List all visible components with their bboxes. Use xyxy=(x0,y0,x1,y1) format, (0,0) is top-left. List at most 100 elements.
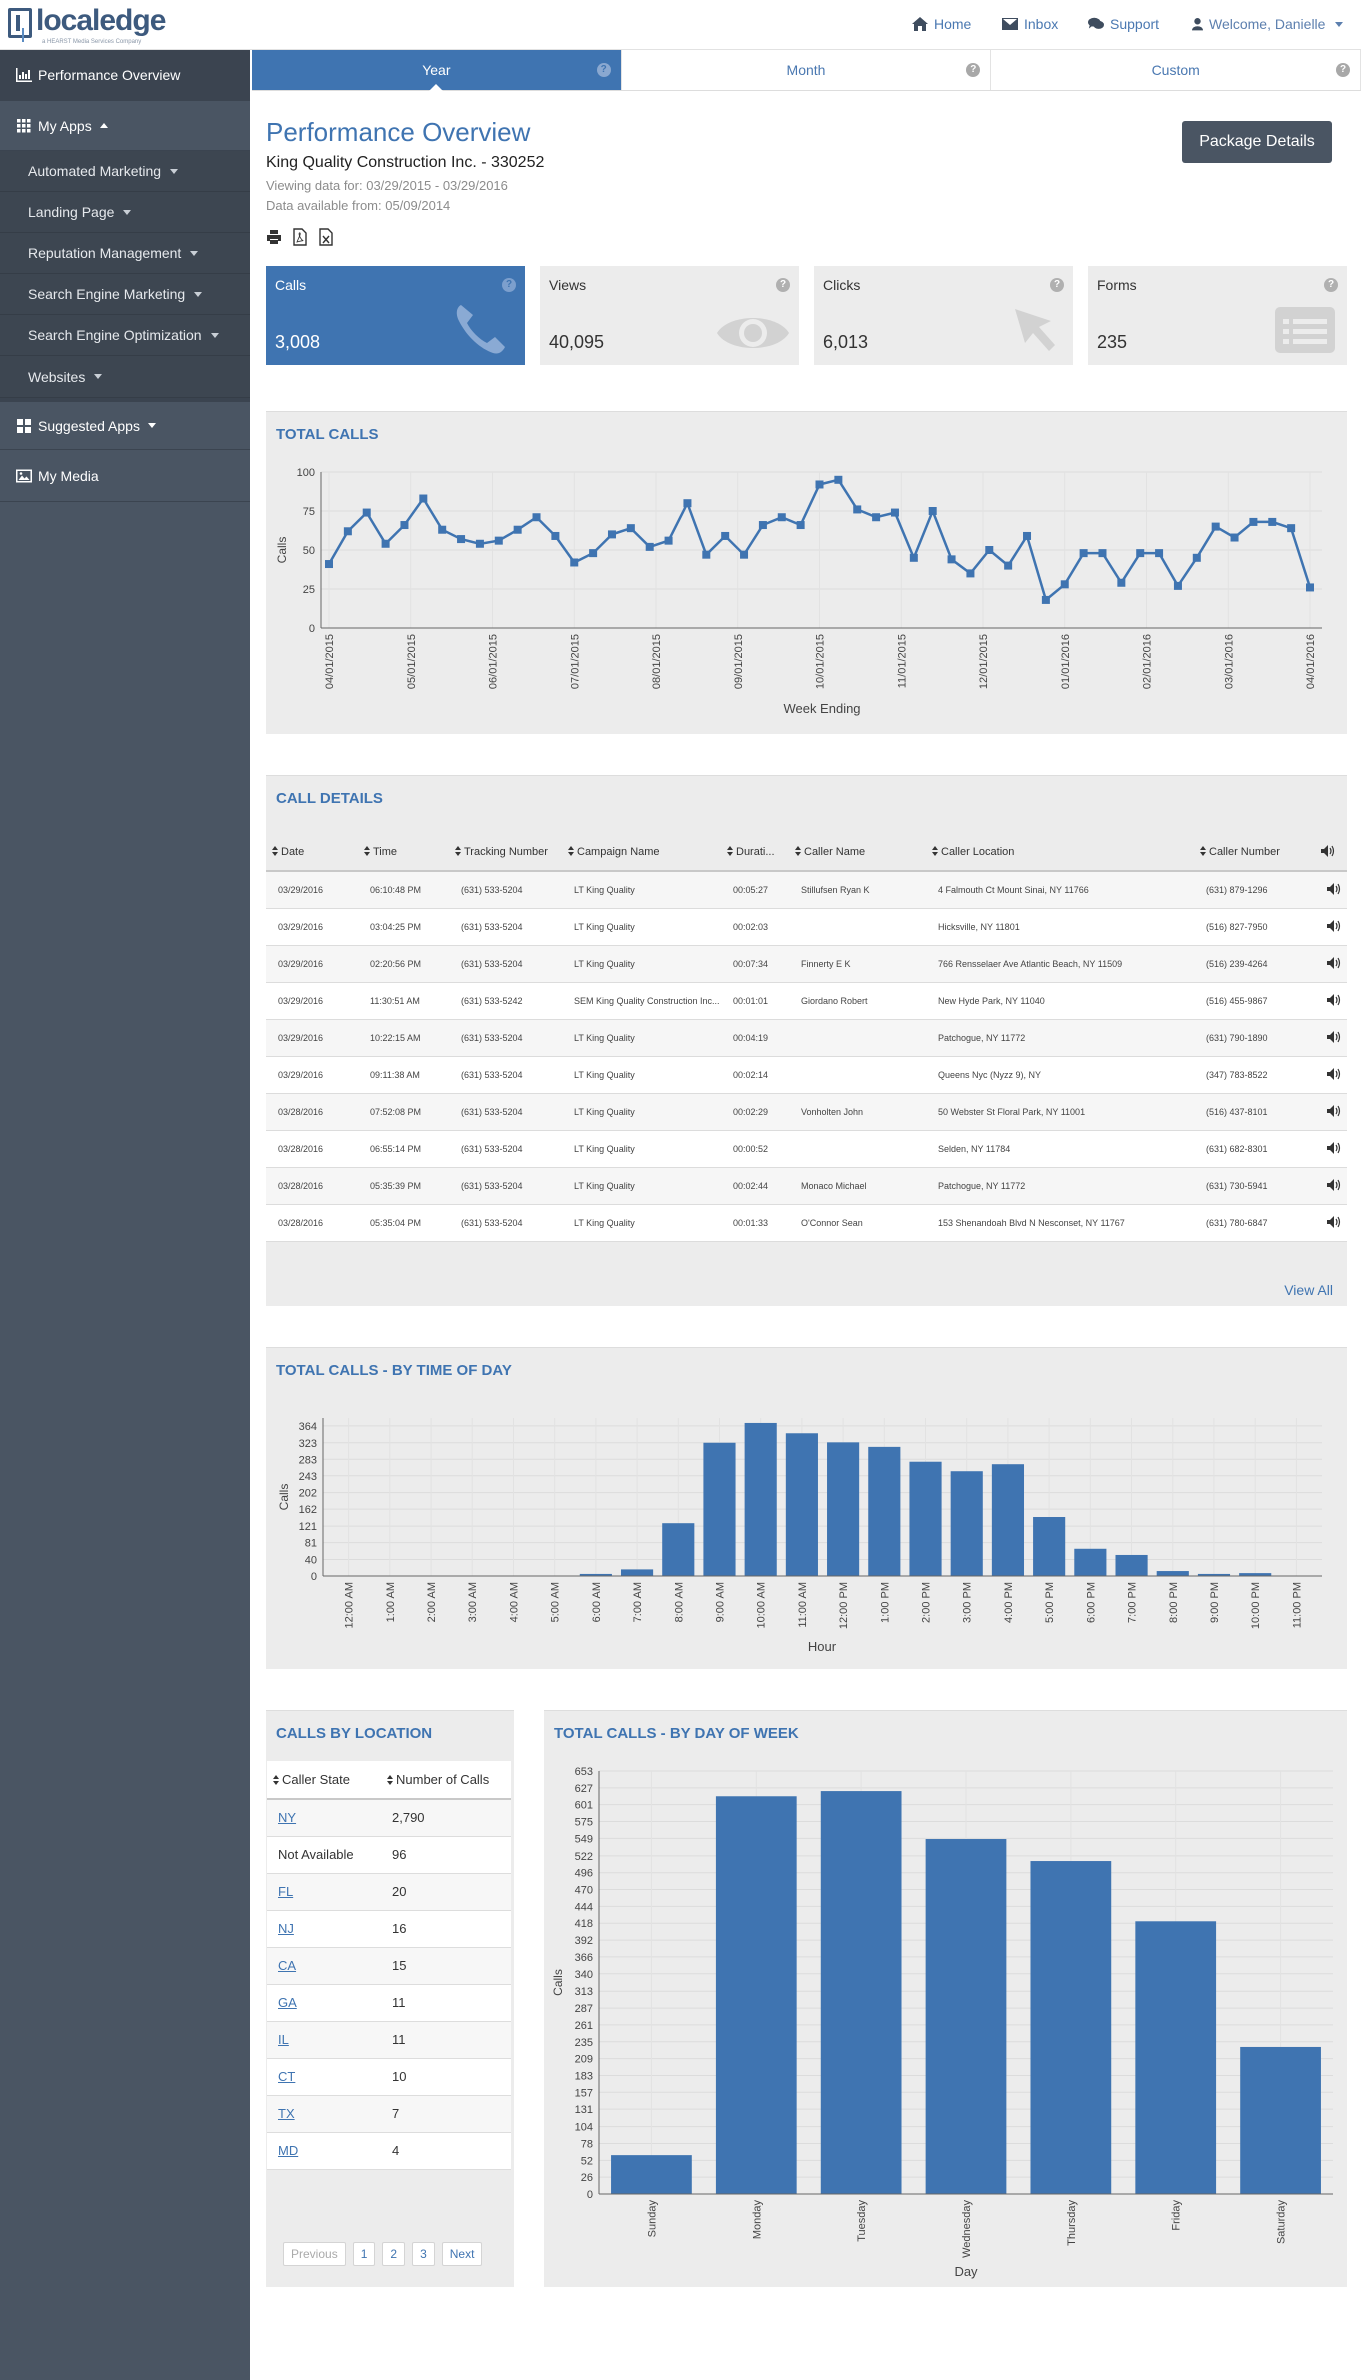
stat-card-clicks[interactable]: Clicks 6,013 ? xyxy=(814,266,1073,365)
play-recording-button[interactable] xyxy=(1315,1167,1347,1205)
play-recording-button[interactable] xyxy=(1315,908,1347,946)
table-row[interactable]: 03/28/2016 06:55:14 PM (631) 533-5204 LT Ki… xyxy=(266,1130,1347,1168)
state-link[interactable]: NY xyxy=(278,1810,296,1825)
help-icon[interactable]: ? xyxy=(1324,278,1338,292)
print-icon[interactable] xyxy=(266,228,282,246)
stat-card-forms[interactable]: Forms 235 ? xyxy=(1088,266,1347,365)
package-details-button[interactable]: Package Details xyxy=(1182,121,1332,163)
sidebar-item-websites[interactable]: Websites xyxy=(0,356,250,398)
cell-tracking: (631) 533-5204 xyxy=(449,1204,562,1242)
tab-year[interactable]: Year? xyxy=(252,50,622,91)
cell-tracking: (631) 533-5204 xyxy=(449,1056,562,1094)
state-link[interactable]: MD xyxy=(278,2143,298,2158)
user-menu[interactable]: Welcome, Danielle xyxy=(1192,16,1344,32)
page-button-1[interactable]: 1 xyxy=(352,2242,376,2266)
page-button-3[interactable]: 3 xyxy=(412,2242,435,2266)
state-link[interactable]: TX xyxy=(278,2106,295,2121)
nav-inbox[interactable]: Inbox xyxy=(1002,16,1058,32)
table-row[interactable]: 03/28/2016 05:35:04 PM (631) 533-5204 LT Ki… xyxy=(266,1204,1347,1242)
sidebar-item-suggested-apps[interactable]: Suggested Apps xyxy=(0,398,250,450)
table-row: CA 15 xyxy=(267,1947,511,1985)
previous-page-button[interactable]: Previous xyxy=(283,2242,346,2266)
table-row[interactable]: 03/28/2016 05:35:39 PM (631) 533-5204 LT Ki… xyxy=(266,1167,1347,1205)
play-recording-button[interactable] xyxy=(1315,982,1347,1020)
sidebar-item-automated-marketing[interactable]: Automated Marketing xyxy=(0,151,250,192)
data-point xyxy=(1136,549,1145,558)
pdf-icon[interactable] xyxy=(292,228,308,246)
tab-label: Custom xyxy=(1151,62,1200,78)
cell-duration: 00:01:01 xyxy=(721,982,789,1020)
table-row[interactable]: 03/28/2016 07:52:08 PM (631) 533-5204 LT Ki… xyxy=(266,1093,1347,1131)
x-tick-label: 04/01/2015 xyxy=(324,634,336,689)
stat-card-views[interactable]: Views 40,095 ? xyxy=(540,266,799,365)
play-recording-button[interactable] xyxy=(1315,945,1347,983)
bar xyxy=(662,1523,695,1576)
column-header-caller-number[interactable]: Caller Number xyxy=(1194,834,1315,872)
column-header-caller-name[interactable]: Caller Name xyxy=(789,834,926,872)
column-header-number-of-calls[interactable]: Number of Calls xyxy=(381,1761,511,1800)
sidebar-item-my-media[interactable]: My Media xyxy=(0,450,250,502)
cursor-icon xyxy=(1015,309,1055,351)
cell-caller-number: (631) 780-6847 xyxy=(1194,1204,1315,1242)
nav-home[interactable]: Home xyxy=(912,16,971,32)
table-row[interactable]: 03/29/2016 06:10:48 PM (631) 533-5204 LT Ki… xyxy=(266,871,1347,909)
state-link[interactable]: CA xyxy=(278,1958,296,1973)
column-header-duration[interactable]: Durati... xyxy=(721,834,789,872)
play-recording-button[interactable] xyxy=(1315,1093,1347,1131)
table-row[interactable]: 03/29/2016 11:30:51 AM (631) 533-5242 SEM K… xyxy=(266,982,1347,1020)
table-row: IL 11 xyxy=(267,2021,511,2059)
excel-icon[interactable] xyxy=(318,228,334,246)
table-row[interactable]: 03/29/2016 09:11:38 AM (631) 533-5204 LT Ki… xyxy=(266,1056,1347,1094)
next-page-button[interactable]: Next xyxy=(441,2242,483,2266)
x-tick-label: 06/01/2015 xyxy=(488,634,500,689)
state-link[interactable]: FL xyxy=(278,1884,293,1899)
play-recording-button[interactable] xyxy=(1315,1130,1347,1168)
sidebar-item-landing-page[interactable]: Landing Page xyxy=(0,192,250,233)
cell-date: 03/29/2016 xyxy=(266,871,358,909)
column-header-caller-state[interactable]: Caller State xyxy=(267,1761,381,1800)
table-row: NY 2,790 xyxy=(267,1799,511,1837)
play-recording-button[interactable] xyxy=(1315,1204,1347,1242)
table-row[interactable]: 03/29/2016 10:22:15 AM (631) 533-5204 LT Ki… xyxy=(266,1019,1347,1057)
table-row[interactable]: 03/29/2016 03:04:25 PM (631) 533-5204 LT Ki… xyxy=(266,908,1347,946)
viewing-range: Viewing data for: 03/29/2015 - 03/29/201… xyxy=(266,178,508,193)
tab-label: Month xyxy=(786,62,826,78)
localedge-logo[interactable]: localedge a HEARST Media Services Compan… xyxy=(8,6,166,45)
help-icon[interactable]: ? xyxy=(1050,278,1064,292)
sidebar-item-reputation-management[interactable]: Reputation Management xyxy=(0,233,250,274)
state-link[interactable]: GA xyxy=(278,1995,297,2010)
data-point xyxy=(551,531,560,540)
cell-state: MD xyxy=(267,2132,381,2170)
column-header-caller-location[interactable]: Caller Location xyxy=(926,834,1194,872)
tab-custom[interactable]: Custom? xyxy=(991,50,1361,90)
sidebar-item-performance-overview[interactable]: Performance Overview xyxy=(0,50,250,101)
data-point xyxy=(400,521,409,530)
tab-month[interactable]: Month? xyxy=(622,50,992,90)
sidebar-item-search-engine-marketing[interactable]: Search Engine Marketing xyxy=(0,274,250,315)
column-header-date[interactable]: Date xyxy=(266,834,358,872)
help-icon[interactable]: ? xyxy=(776,278,790,292)
state-link[interactable]: CT xyxy=(278,2069,295,2084)
sidebar-item-my-apps[interactable]: My Apps xyxy=(0,101,250,151)
play-recording-button[interactable] xyxy=(1315,1019,1347,1057)
view-all-link[interactable]: View All xyxy=(1284,1282,1333,1298)
column-header-time[interactable]: Time xyxy=(358,834,449,872)
nav-home-label: Home xyxy=(934,16,972,32)
state-link[interactable]: NJ xyxy=(278,1921,294,1936)
play-recording-button[interactable] xyxy=(1315,871,1347,909)
help-icon[interactable]: ? xyxy=(596,63,611,77)
data-point xyxy=(909,553,918,562)
help-icon[interactable]: ? xyxy=(502,278,516,292)
state-link[interactable]: IL xyxy=(278,2032,289,2047)
nav-inbox-label: Inbox xyxy=(1024,16,1059,32)
column-header-tracking-number[interactable]: Tracking Number xyxy=(449,834,562,872)
play-recording-button[interactable] xyxy=(1315,1056,1347,1094)
column-header-campaign-name[interactable]: Campaign Name xyxy=(562,834,721,872)
nav-support[interactable]: Support xyxy=(1088,16,1159,32)
sidebar-item-search-engine-optimization[interactable]: Search Engine Optimization xyxy=(0,315,250,356)
stat-card-calls[interactable]: Calls 3,008 ? xyxy=(266,266,525,365)
help-icon[interactable]: ? xyxy=(966,63,981,77)
help-icon[interactable]: ? xyxy=(1336,63,1351,77)
table-row[interactable]: 03/29/2016 02:20:56 PM (631) 533-5204 LT Ki… xyxy=(266,945,1347,983)
page-button-2[interactable]: 2 xyxy=(382,2242,406,2266)
